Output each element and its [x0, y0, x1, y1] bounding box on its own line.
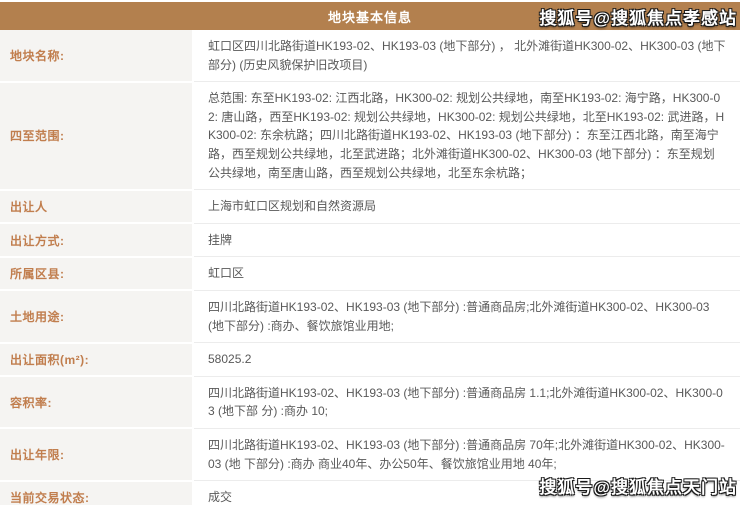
land-parcel-info-page: 地块基本信息 地块名称: 虹口区四川北路街道HK193-02、HK193-03 …: [0, 0, 740, 505]
table-row-transferor: 出让人 上海市虹口区规划和自然资源局: [0, 189, 740, 225]
table-row-transfer-area: 出让面积(m²): 58025.2: [0, 342, 740, 378]
row-label: 所属区县:: [0, 256, 194, 292]
row-value: 挂牌: [193, 223, 740, 258]
row-value: 四川北路街道HK193-02、HK193-03 (地下部分) :普通商品房 1.…: [193, 376, 740, 429]
row-label: 容积率:: [0, 376, 194, 430]
table-row-land-use: 土地用途: 四川北路街道HK193-02、HK193-03 (地下部分) :普通…: [0, 290, 740, 344]
row-label: 四至范围:: [0, 81, 194, 191]
sohu-watermark-top: 搜狐号@搜狐焦点孝感站: [539, 9, 737, 28]
row-label: 当前交易状态:: [0, 480, 194, 505]
row-label: 出让年限:: [0, 428, 194, 482]
row-label: 地块名称:: [0, 30, 194, 83]
table-row-parcel-name: 地块名称: 虹口区四川北路街道HK193-02、HK193-03 (地下部分) …: [0, 30, 740, 83]
row-label: 出让人: [0, 189, 194, 225]
row-value: 总范围: 东至HK193-02: 江西北路，HK300-02: 规划公共绿地，南…: [193, 81, 740, 191]
parcel-info-table: 地块名称: 虹口区四川北路街道HK193-02、HK193-03 (地下部分) …: [0, 30, 740, 505]
table-row-boundaries: 四至范围: 总范围: 东至HK193-02: 江西北路，HK300-02: 规划…: [0, 81, 740, 191]
row-label: 土地用途:: [0, 290, 194, 344]
row-value: 四川北路街道HK193-02、HK193-03 (地下部分) :普通商品房;北外…: [193, 290, 740, 344]
row-value: 虹口区: [193, 256, 740, 291]
row-value: 上海市虹口区规划和自然资源局: [193, 189, 740, 224]
table-row-plot-ratio: 容积率: 四川北路街道HK193-02、HK193-03 (地下部分) :普通商…: [0, 376, 740, 430]
row-value: 虹口区四川北路街道HK193-02、HK193-03 (地下部分) ， 北外滩街…: [193, 30, 740, 83]
table-row-transfer-method: 出让方式: 挂牌: [0, 223, 740, 258]
row-label: 出让面积(m²):: [0, 342, 194, 378]
table-row-district: 所属区县: 虹口区: [0, 256, 740, 292]
row-value: 58025.2: [193, 342, 740, 377]
row-label: 出让方式:: [0, 223, 194, 258]
sohu-watermark-bottom: 搜狐号@搜狐焦点天门站: [539, 478, 737, 497]
table-title: 地块基本信息: [327, 9, 412, 25]
